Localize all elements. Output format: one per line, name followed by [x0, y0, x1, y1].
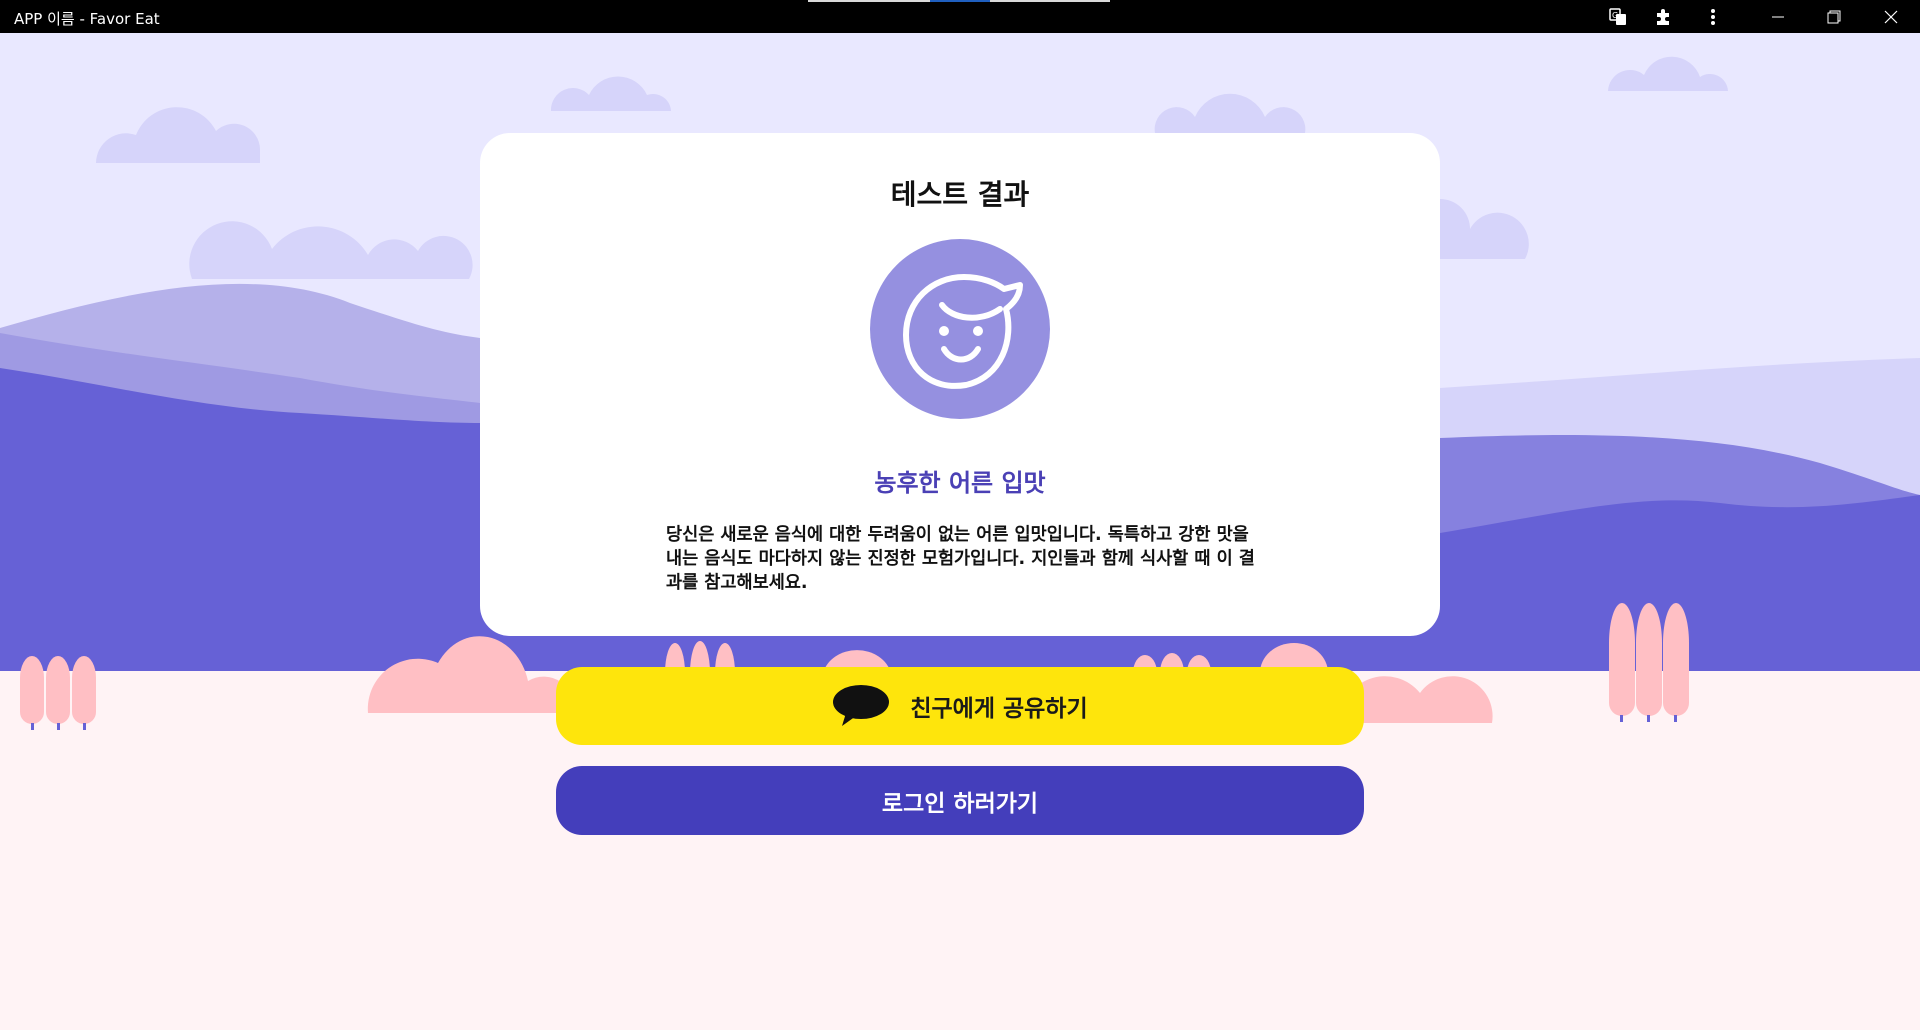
close-icon[interactable]	[1869, 0, 1913, 33]
share-button-label: 친구에게 공유하기	[910, 696, 1088, 722]
tab-indicator	[808, 0, 1110, 2]
window-titlebar: APP 이름 - Favor Eat G	[0, 0, 1920, 33]
result-type-name: 농후한 어른 입맛	[874, 469, 1046, 497]
kebab-menu-icon[interactable]	[1691, 0, 1735, 33]
translate-icon[interactable]: G	[1596, 0, 1640, 33]
minimize-icon[interactable]	[1756, 0, 1800, 33]
trees-right	[1609, 603, 1689, 716]
result-description: 당신은 새로운 음식에 대한 두려움이 없는 어른 입맛입니다. 독특하고 강한…	[666, 525, 1255, 593]
window-title: APP 이름 - Favor Eat	[14, 10, 160, 28]
card-title: 테스트 결과	[890, 178, 1030, 211]
svg-text:G: G	[1612, 11, 1618, 20]
result-card: 테스트 결과 농후한 어른 입맛 당신은 새로운 음식에 대한 두려움이 없는 …	[480, 133, 1440, 636]
share-with-friend-button[interactable]: 친구에게 공유하기	[556, 667, 1364, 745]
puzzle-icon[interactable]	[1641, 0, 1685, 33]
restore-icon[interactable]	[1812, 0, 1856, 33]
smiling-face-icon	[903, 274, 1023, 389]
trees-left	[20, 656, 96, 724]
login-button-label: 로그인 하러가기	[881, 790, 1039, 817]
avatar	[870, 239, 1050, 419]
kakao-speech-bubble-icon	[833, 685, 890, 726]
go-to-login-button[interactable]: 로그인 하러가기	[556, 766, 1364, 835]
